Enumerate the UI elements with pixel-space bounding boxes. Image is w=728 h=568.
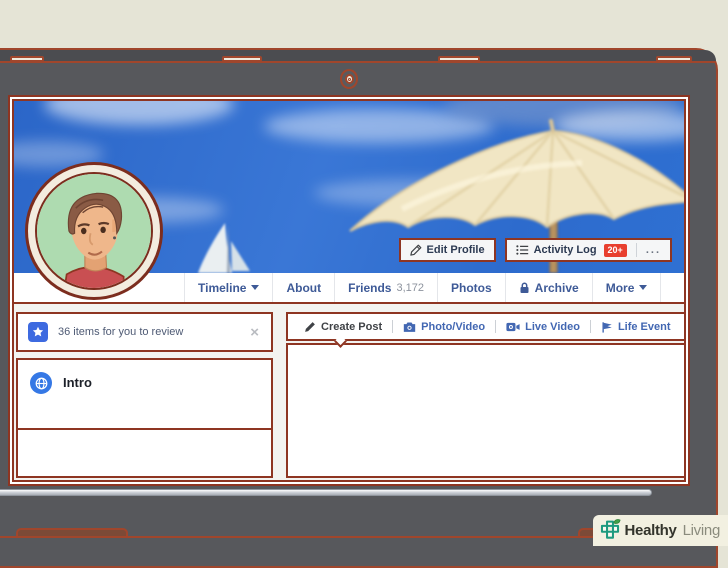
cover-action-buttons: Edit Profile Activity Log 20+ ... xyxy=(399,238,672,262)
life-event-tab[interactable]: Life Event xyxy=(593,314,679,339)
notification-badge: 20+ xyxy=(604,244,627,257)
laptop-lid-edge xyxy=(0,50,716,63)
review-banner[interactable]: 36 items for you to review × xyxy=(16,312,273,352)
laptop-screen: Edit Profile Activity Log 20+ ... xyxy=(8,95,690,486)
edit-profile-label: Edit Profile xyxy=(427,244,485,256)
profile-picture[interactable] xyxy=(25,162,163,300)
sidebar-empty-card xyxy=(16,428,273,478)
chevron-down-icon xyxy=(251,285,259,290)
tab-label: Photos xyxy=(451,281,492,295)
lid-hinge-tab xyxy=(438,56,480,62)
profile-content: 36 items for you to review × Intro Cr xyxy=(14,306,684,480)
tab-more[interactable]: More xyxy=(593,273,662,302)
tab-archive[interactable]: Archive xyxy=(506,273,593,302)
tab-label: More xyxy=(606,281,635,295)
pencil-icon xyxy=(410,244,422,256)
facebook-profile-page: Edit Profile Activity Log 20+ ... xyxy=(12,99,686,482)
tab-timeline[interactable]: Timeline xyxy=(184,273,273,302)
close-icon[interactable]: × xyxy=(248,325,261,340)
avatar xyxy=(35,172,153,290)
tab-photos[interactable]: Photos xyxy=(438,273,506,302)
ellipsis-icon: ... xyxy=(646,245,661,256)
tab-label: About xyxy=(286,281,321,295)
globe-icon xyxy=(30,372,52,394)
review-banner-text: 36 items for you to review xyxy=(58,326,238,338)
activity-log-group: Activity Log 20+ ... xyxy=(505,238,672,262)
toolbar-divider xyxy=(392,320,393,333)
star-icon xyxy=(28,322,48,342)
composer-toolbar: Create Post Photo/Video xyxy=(286,312,686,341)
cloud xyxy=(44,101,234,125)
leaf-cross-icon xyxy=(599,519,621,542)
tab-label: Timeline xyxy=(198,281,246,295)
friends-count: 3,172 xyxy=(396,282,424,294)
toolbar-divider xyxy=(590,320,591,333)
camera-icon xyxy=(403,321,416,333)
intro-label: Intro xyxy=(63,372,92,390)
pencil-icon xyxy=(304,321,316,333)
tab-about[interactable]: About xyxy=(273,273,335,302)
composer-tab-label: Create Post xyxy=(321,321,382,333)
chevron-down-icon xyxy=(639,285,647,290)
activity-log-button[interactable]: Activity Log 20+ xyxy=(507,240,636,260)
sailboat-illustration xyxy=(192,219,264,273)
lid-hinge-tab xyxy=(10,56,44,62)
post-feed-area xyxy=(286,343,686,478)
create-post-tab[interactable]: Create Post xyxy=(296,314,390,339)
tab-label: Archive xyxy=(535,281,579,295)
tab-label: Friends xyxy=(348,281,391,295)
lid-hinge-tab xyxy=(222,56,262,62)
composer-tab-label: Photo/Video xyxy=(421,321,485,333)
tab-friends[interactable]: Friends 3,172 xyxy=(335,273,438,302)
composer-tab-label: Live Video xyxy=(525,321,580,333)
video-camera-icon xyxy=(506,321,520,333)
composer-tab-label: Life Event xyxy=(618,321,671,333)
flag-icon xyxy=(601,321,613,333)
live-video-tab[interactable]: Live Video xyxy=(498,314,588,339)
brand-name-light: Living xyxy=(683,522,720,539)
brand-name-bold: Healthy xyxy=(625,522,677,539)
edit-profile-button[interactable]: Edit Profile xyxy=(399,238,496,262)
screen-bezel-bar xyxy=(0,489,652,496)
photo-video-tab[interactable]: Photo/Video xyxy=(395,314,493,339)
list-icon xyxy=(516,244,529,256)
healthy-living-logo: Healthy Living xyxy=(593,515,728,546)
activity-log-label: Activity Log xyxy=(534,244,597,256)
more-options-button[interactable]: ... xyxy=(637,240,670,260)
toolbar-divider xyxy=(495,320,496,333)
lid-hinge-tab xyxy=(656,56,692,62)
intro-section: Intro xyxy=(16,358,273,430)
lock-icon xyxy=(519,282,530,294)
webcam-icon xyxy=(340,69,358,89)
